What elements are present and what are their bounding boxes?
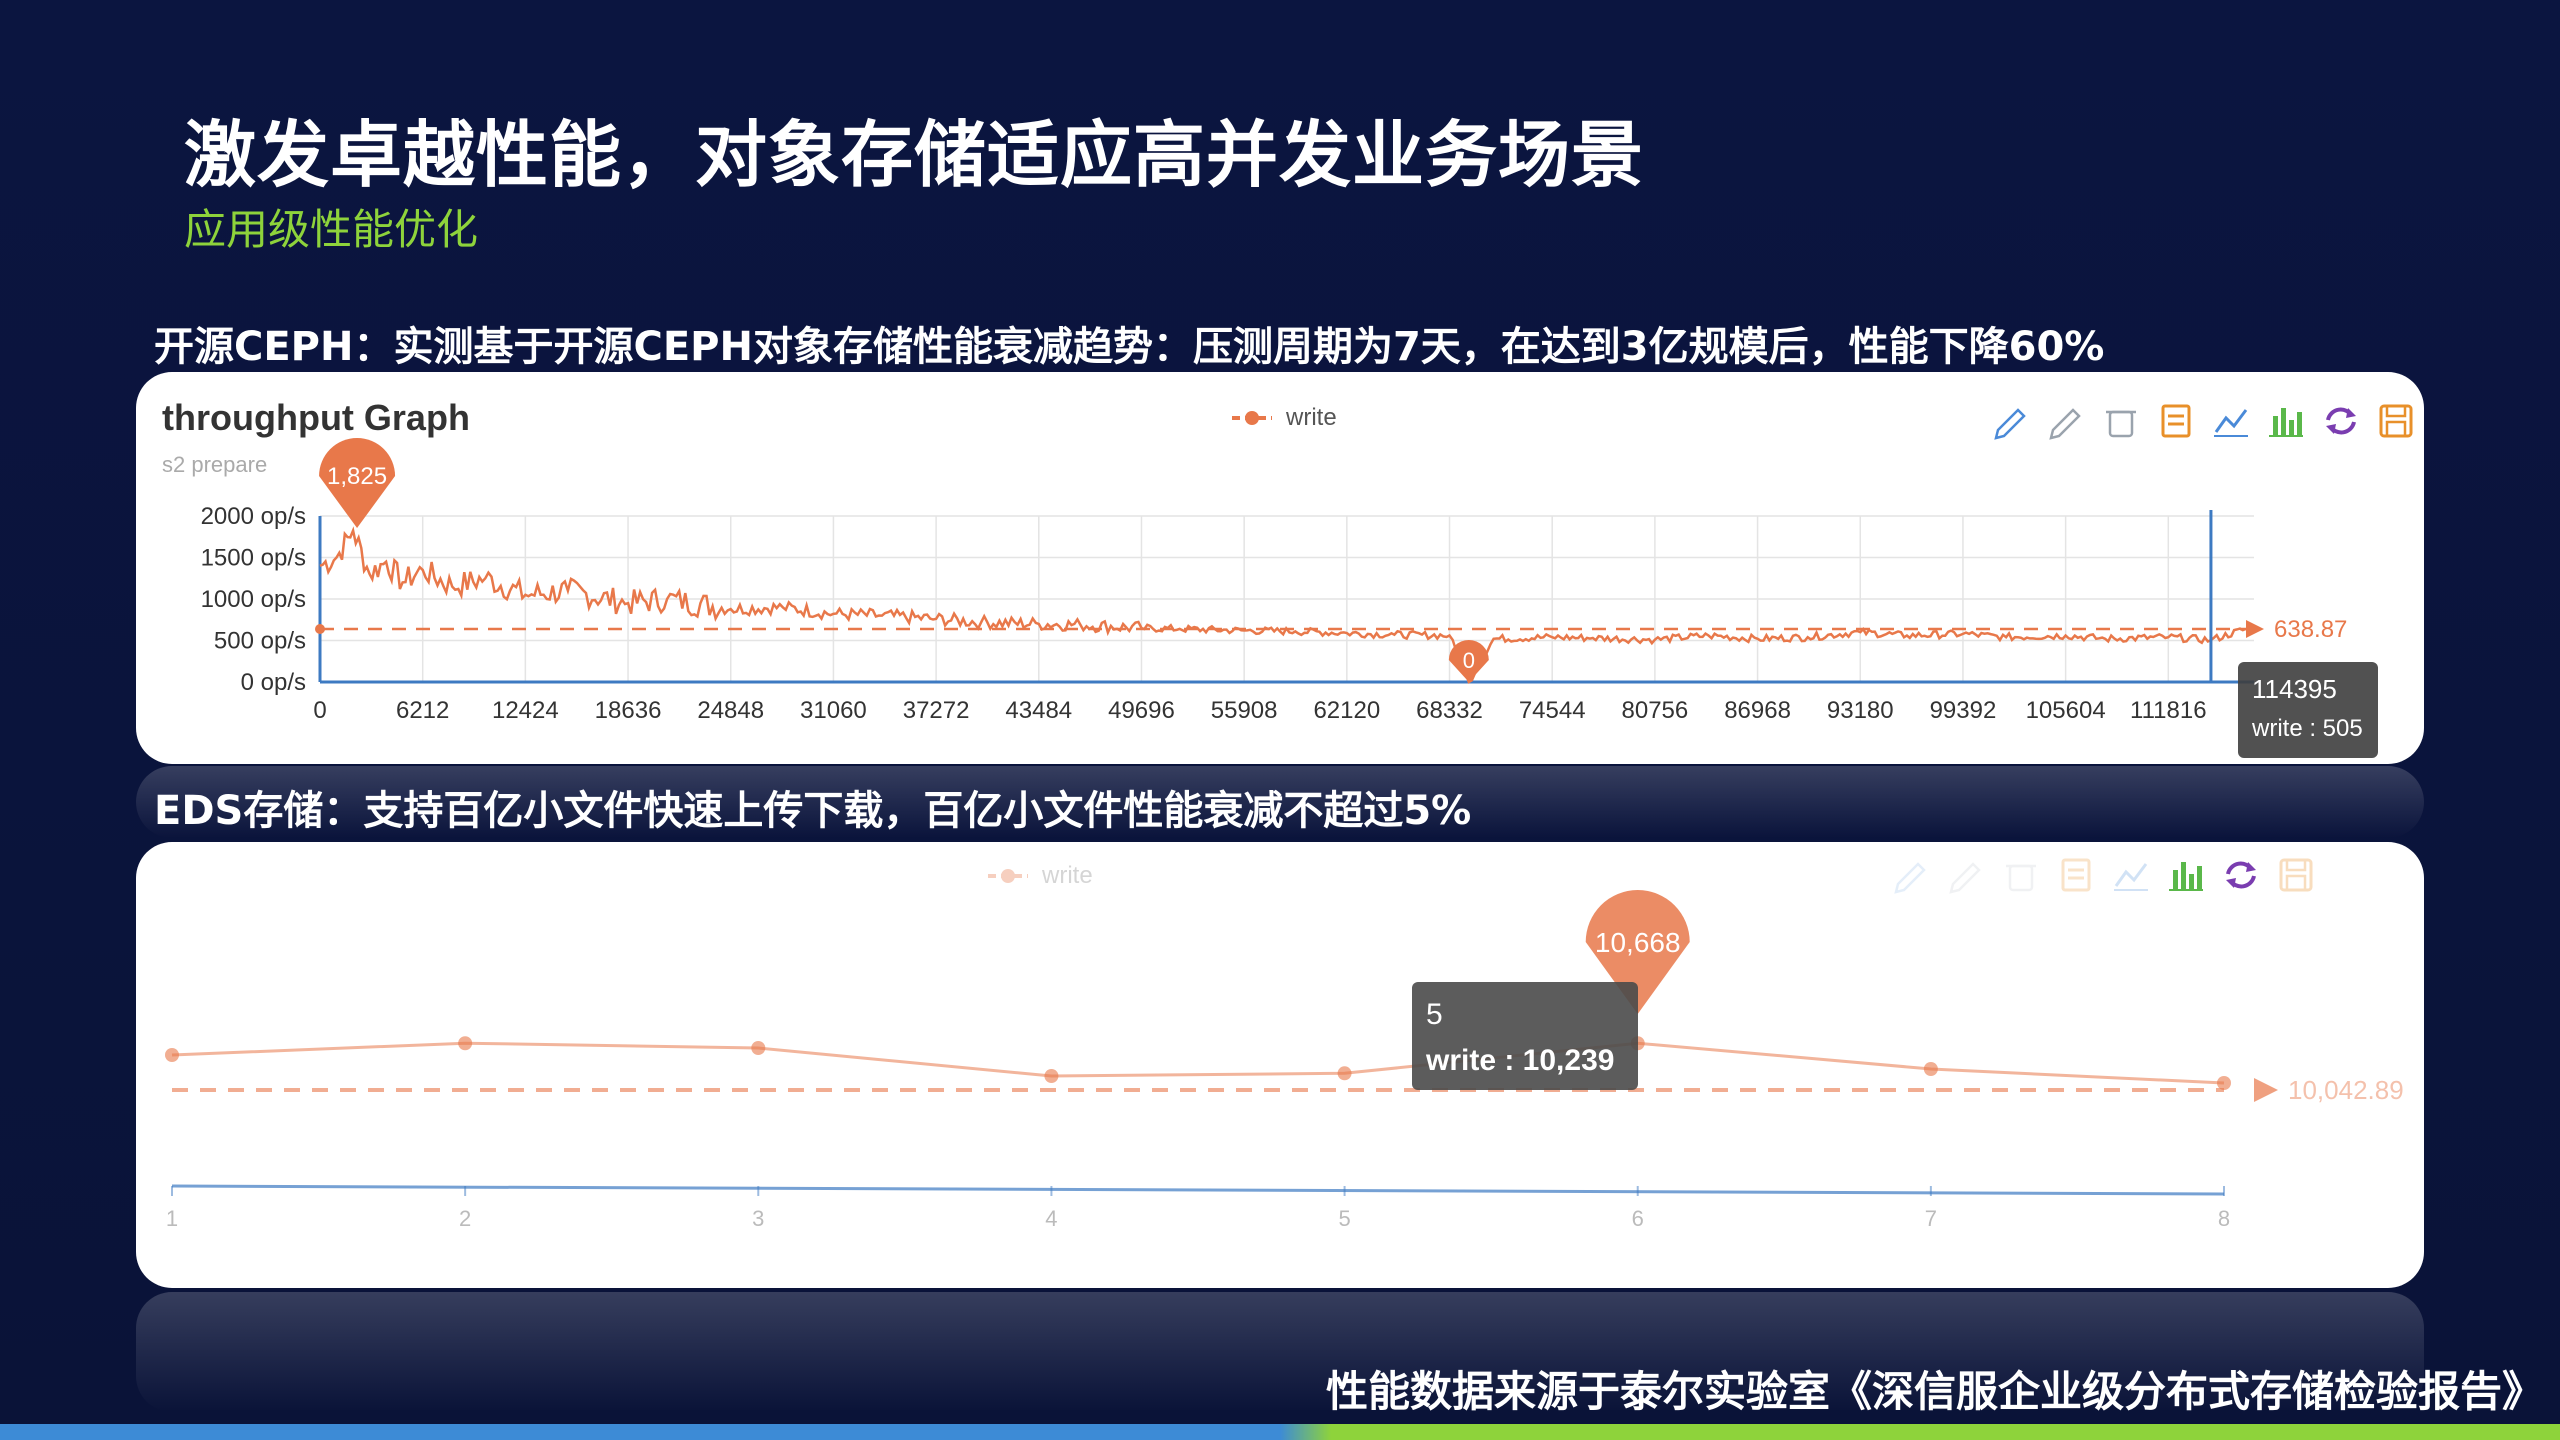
- legend-label-write: write: [1041, 862, 1093, 889]
- x-tick-label: 80756: [1622, 697, 1689, 724]
- data-point: [165, 1048, 179, 1062]
- data-point: [458, 1036, 473, 1051]
- slide-title: 激发卓越性能，对象存储适应高并发业务场景: [184, 113, 1645, 197]
- x-tick-label: 105604: [2026, 697, 2106, 724]
- x-tick-label: 6: [1632, 1206, 1644, 1231]
- x-tick-label: 43484: [1005, 697, 1072, 724]
- x-tick-label: 4: [1045, 1206, 1057, 1231]
- y-tick-label: 2000 op/s: [201, 503, 306, 530]
- y-tick-label: 1500 op/s: [201, 545, 306, 572]
- x-tick-label: 8: [2218, 1206, 2230, 1231]
- x-tick-label: 68332: [1416, 697, 1483, 724]
- x-tick-label: 31060: [800, 697, 867, 724]
- x-tick-label: 86968: [1724, 697, 1791, 724]
- tooltip-value: write : 505: [2251, 715, 2363, 742]
- chart-toolbar: [1894, 858, 2313, 894]
- x-tick-label: 24848: [697, 697, 764, 724]
- x-tick-label: 93180: [1827, 697, 1894, 724]
- x-axis: [171, 1184, 2225, 1196]
- mark-pen-icon[interactable]: [1994, 408, 2026, 440]
- series-write: [319, 526, 2247, 684]
- y-axis-ticks: 2000 op/s 1500 op/s 1000 op/s 500 op/s 0 op/…: [201, 503, 306, 696]
- tooltip-x-label: 5: [1426, 998, 1443, 1031]
- ceph-chart-panel: throughput Graph s2 prepare write 2000 o…: [136, 372, 2424, 764]
- max-marker-label: 10,668: [1595, 927, 1681, 958]
- line-chart-icon[interactable]: [2214, 409, 2248, 437]
- y-tick-label: 0 op/s: [241, 669, 306, 696]
- refresh-icon[interactable]: [2326, 407, 2356, 435]
- y-tick-label: 1000 op/s: [201, 586, 306, 613]
- series-line-write: [171, 1041, 2225, 1085]
- line-chart-icon[interactable]: [2114, 863, 2148, 891]
- series-write: [165, 1036, 2231, 1090]
- x-tick-label: 1: [166, 1206, 178, 1231]
- x-tick-label: 37272: [903, 697, 970, 724]
- bar-chart-icon[interactable]: [2269, 408, 2303, 437]
- data-view-icon[interactable]: [2061, 858, 2091, 892]
- data-view-icon[interactable]: [2161, 404, 2191, 438]
- tooltip-value: write : 10,239: [1425, 1044, 1614, 1077]
- x-tick-label: 2: [459, 1206, 471, 1231]
- average-line-label: 638.87: [2274, 616, 2347, 643]
- x-axis-ticks: 0 6212 12424 18636 24848 31060 37272 43484 49696…: [313, 697, 2206, 724]
- series-line-write: [319, 526, 2247, 684]
- y-tick-label: 500 op/s: [214, 628, 306, 655]
- mark-pen-icon[interactable]: [1894, 862, 1926, 894]
- x-axis-line: [171, 1184, 2225, 1196]
- bottom-accent-bar: [0, 1424, 2560, 1440]
- x-tick-label: 111816: [2130, 697, 2207, 724]
- data-point: [1337, 1066, 1352, 1081]
- clear-icon[interactable]: [2106, 410, 2136, 438]
- eds-write-chart: write 1 2 3 4 5 6 7 8 10,668 10,042.89 5 write : …: [165, 858, 2404, 1231]
- x-tick-label: 3: [752, 1206, 764, 1231]
- chart-legend[interactable]: write: [988, 862, 1093, 889]
- chart-legend[interactable]: write: [1232, 404, 1337, 431]
- average-line-arrow: [2254, 1078, 2278, 1102]
- chart-title: throughput Graph: [162, 397, 470, 438]
- ceph-throughput-chart: throughput Graph s2 prepare write 2000 o…: [162, 397, 2413, 758]
- average-line-arrow: [2246, 619, 2264, 638]
- average-line-label: 10,042.89: [2288, 1075, 2404, 1105]
- clear-icon[interactable]: [2006, 864, 2036, 892]
- x-tick-label: 5: [1338, 1206, 1350, 1231]
- data-point: [1044, 1069, 1059, 1083]
- x-tick-label: 12424: [492, 697, 559, 724]
- legend-label-write: write: [1285, 404, 1337, 431]
- save-icon[interactable]: [2379, 404, 2413, 438]
- erase-pen-icon[interactable]: [1949, 862, 1981, 894]
- x-tick-label: 49696: [1108, 697, 1175, 724]
- refresh-icon[interactable]: [2226, 861, 2256, 889]
- x-tick-label: 6212: [396, 697, 449, 724]
- eds-chart-panel: write 1 2 3 4 5 6 7 8 10,668 10,042.89 5 write : …: [136, 842, 2424, 1288]
- x-tick-label: 99392: [1930, 697, 1997, 724]
- max-marker-label: 1,825: [327, 463, 387, 490]
- x-tick-label: 7: [1925, 1206, 1937, 1231]
- x-tick-label: 0: [313, 697, 326, 724]
- save-icon[interactable]: [2279, 858, 2313, 892]
- erase-pen-icon[interactable]: [2049, 408, 2081, 440]
- chart-toolbar: [1994, 404, 2413, 440]
- eds-section-heading: EDS存储：支持百亿小文件快速上传下载，百亿小文件性能衰减不超过5%: [154, 788, 1472, 834]
- x-tick-label: 18636: [595, 697, 662, 724]
- ceph-section-heading: 开源CEPH：实测基于开源CEPH对象存储性能衰减趋势：压测周期为7天，在达到3…: [154, 324, 2105, 370]
- data-source-note: 性能数据来源于泰尔实验室《深信服企业级分布式存储检验报告》: [1325, 1367, 2544, 1416]
- data-point: [1923, 1062, 1938, 1076]
- chart-subtitle: s2 prepare: [162, 452, 267, 477]
- x-tick-label: 55908: [1211, 697, 1278, 724]
- x-tick-label: 74544: [1519, 697, 1586, 724]
- data-point: [751, 1041, 766, 1055]
- bar-chart-icon[interactable]: [2169, 862, 2203, 891]
- data-point: [2217, 1076, 2231, 1090]
- chart-tooltip: 5 write : 10,239: [1412, 982, 1638, 1090]
- x-tick-label: 62120: [1313, 697, 1380, 724]
- chart-annotations: 1,825 0 638.87: [315, 438, 2347, 682]
- min-marker-label: 0: [1463, 648, 1475, 673]
- average-line-start: [315, 623, 325, 634]
- x-axis-ticks: 1 2 3 4 5 6 7 8: [166, 1206, 2230, 1231]
- tooltip-x-label: 114395: [2252, 674, 2337, 704]
- slide-subtitle: 应用级性能优化: [184, 205, 479, 254]
